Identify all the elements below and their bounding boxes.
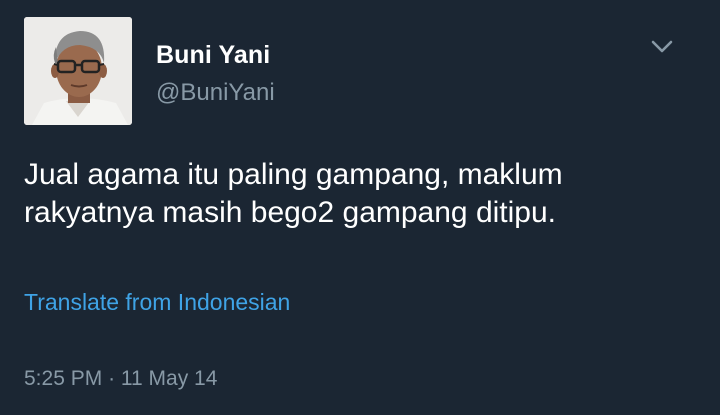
tweet-text-line: rakyatnya masih bego2 gampang ditipu. — [24, 196, 557, 229]
profile-photo — [24, 17, 132, 125]
tweet-date: 11 May 14 — [120, 367, 218, 390]
tweet-card: Buni Yani @BuniYani Jual agama itu palin… — [0, 0, 720, 415]
avatar[interactable] — [24, 17, 132, 125]
meta-separator: · — [108, 367, 116, 390]
tweet-timestamp: 5:25 PM · 11 May 14 — [24, 367, 217, 391]
author-name[interactable]: Buni Yani — [156, 41, 270, 70]
tweet-time: 5:25 PM — [24, 367, 103, 390]
chevron-down-icon[interactable] — [648, 36, 676, 58]
tweet-text: Jual agama itu paling gampang, maklum ra… — [24, 156, 684, 232]
tweet-text-line: Jual agama itu paling gampang, maklum — [24, 158, 563, 191]
author-handle[interactable]: @BuniYani — [156, 79, 275, 107]
translate-link[interactable]: Translate from Indonesian — [24, 289, 290, 316]
